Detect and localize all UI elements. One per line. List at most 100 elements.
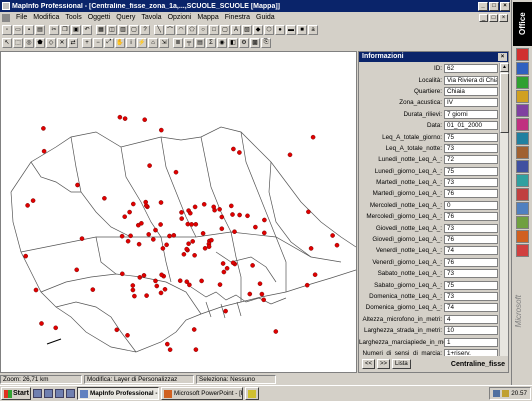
office-app-icon[interactable] bbox=[516, 202, 529, 215]
copy-icon[interactable]: ❐ bbox=[60, 24, 70, 35]
doc-minimize-button[interactable]: _ bbox=[479, 13, 488, 22]
info-field-value[interactable]: 75 bbox=[444, 280, 498, 290]
layout-icon[interactable]: ▢ bbox=[129, 24, 139, 35]
show-legend-icon[interactable]: ▤ bbox=[195, 37, 205, 48]
measurement-point[interactable] bbox=[146, 232, 151, 237]
measurement-point[interactable] bbox=[122, 214, 127, 219]
print-icon[interactable]: ▤ bbox=[35, 24, 45, 35]
polygon-icon[interactable]: ⬠ bbox=[187, 24, 197, 35]
link-icon[interactable]: ⎘ bbox=[261, 37, 271, 48]
measurement-point[interactable] bbox=[53, 325, 59, 331]
scroll-thumb[interactable] bbox=[500, 73, 509, 133]
menu-tavola[interactable]: Tavola bbox=[138, 14, 164, 21]
measurement-point[interactable] bbox=[312, 272, 318, 277]
measurement-point[interactable] bbox=[41, 126, 46, 131]
measurement-point[interactable] bbox=[139, 220, 144, 226]
measurement-point[interactable] bbox=[219, 214, 225, 220]
prev-record-button[interactable]: << bbox=[362, 359, 376, 369]
measurement-point[interactable] bbox=[130, 283, 136, 288]
measurement-point[interactable] bbox=[202, 245, 208, 251]
status-modify[interactable]: Modifica: Layer di Personalizzaz bbox=[84, 374, 194, 384]
polyline-icon[interactable]: ⌒ bbox=[165, 24, 175, 35]
cut-icon[interactable]: ✂ bbox=[49, 24, 59, 35]
arc-icon[interactable]: ◠ bbox=[176, 24, 186, 35]
measurement-point[interactable] bbox=[184, 246, 189, 252]
measurement-point[interactable] bbox=[41, 148, 47, 154]
boundary-select-icon[interactable]: ◇ bbox=[46, 37, 56, 48]
info-field-value[interactable]: 76 bbox=[444, 235, 498, 245]
scroll-up-icon[interactable]: ▲ bbox=[500, 63, 509, 72]
browser-icon[interactable]: ▦ bbox=[96, 24, 106, 35]
measurement-point[interactable] bbox=[153, 227, 158, 233]
measurement-point[interactable] bbox=[193, 221, 199, 227]
close-button[interactable]: × bbox=[500, 1, 510, 11]
measurement-point[interactable] bbox=[171, 232, 177, 238]
measurement-point[interactable] bbox=[231, 146, 236, 152]
measurement-point[interactable] bbox=[122, 116, 128, 121]
info-field-value[interactable]: 73 bbox=[444, 143, 498, 153]
marquee-select-icon[interactable]: ⬚ bbox=[13, 37, 23, 48]
doc-restore-button[interactable]: □ bbox=[489, 13, 498, 22]
invert-select-icon[interactable]: ⇄ bbox=[68, 37, 78, 48]
info-scrollbar[interactable]: ▲ bbox=[499, 63, 509, 356]
info-field-value[interactable]: 62 bbox=[444, 64, 498, 74]
measurement-point[interactable] bbox=[228, 203, 234, 209]
measurement-point[interactable] bbox=[230, 260, 236, 266]
volume-icon[interactable] bbox=[502, 390, 510, 397]
info-field-value[interactable]: 75 bbox=[444, 132, 498, 142]
network-icon[interactable] bbox=[493, 390, 501, 397]
grabber-icon[interactable]: ✋ bbox=[115, 37, 125, 48]
info-field-value[interactable]: 76 bbox=[444, 257, 498, 267]
measurement-point[interactable] bbox=[162, 286, 168, 292]
menu-opzioni[interactable]: Opzioni bbox=[165, 14, 195, 21]
doc-close-button[interactable]: × bbox=[499, 13, 508, 22]
unselect-icon[interactable]: ✕ bbox=[57, 37, 67, 48]
measurement-point[interactable] bbox=[259, 291, 265, 297]
measurement-point[interactable] bbox=[247, 291, 253, 297]
measurement-point[interactable] bbox=[167, 347, 173, 353]
measurement-point[interactable] bbox=[192, 252, 197, 258]
info-icon[interactable]: i bbox=[126, 37, 136, 48]
info-field-value[interactable]: 74 bbox=[444, 246, 498, 256]
measurement-point[interactable] bbox=[154, 283, 160, 289]
measurement-point[interactable] bbox=[132, 293, 137, 299]
measurement-point[interactable] bbox=[221, 269, 227, 275]
list-button[interactable]: Lista bbox=[392, 359, 411, 369]
office-app-icon[interactable] bbox=[516, 132, 529, 145]
status-select[interactable]: Seleziona: Nessuno bbox=[196, 374, 276, 384]
measurement-point[interactable] bbox=[211, 204, 216, 210]
measurement-point[interactable] bbox=[75, 182, 80, 188]
start-button[interactable]: Start bbox=[1, 387, 31, 400]
symbol-style-icon[interactable]: ● bbox=[275, 24, 285, 35]
measurement-point[interactable] bbox=[179, 216, 184, 221]
measurement-point[interactable] bbox=[117, 114, 123, 120]
help-icon[interactable]: ? bbox=[140, 24, 150, 35]
clock[interactable]: 20.57 bbox=[511, 390, 527, 397]
outlook-icon[interactable] bbox=[55, 389, 64, 398]
menu-oggetti[interactable]: Oggetti bbox=[85, 14, 114, 21]
info-field-value[interactable]: 10 bbox=[444, 326, 498, 336]
measurement-point[interactable] bbox=[114, 327, 120, 333]
measurement-point[interactable] bbox=[177, 278, 183, 283]
rounded-rect-icon[interactable]: ▢ bbox=[220, 24, 230, 35]
measurement-point[interactable] bbox=[150, 237, 156, 242]
measurement-point[interactable] bbox=[158, 200, 164, 205]
info-field-value[interactable]: 75 bbox=[444, 166, 498, 176]
new-icon[interactable]: ▫ bbox=[2, 24, 12, 35]
measurement-point[interactable] bbox=[261, 230, 267, 236]
measurement-point[interactable] bbox=[142, 117, 147, 122]
menu-modifica[interactable]: Modifica bbox=[30, 14, 62, 21]
measurement-point[interactable] bbox=[193, 347, 199, 352]
info-close-button[interactable]: × bbox=[498, 53, 507, 61]
measurement-point[interactable] bbox=[223, 308, 228, 314]
info-field-value[interactable]: Via Riviera di Chiaia bbox=[444, 75, 498, 85]
measurement-point[interactable] bbox=[25, 203, 30, 208]
save-icon[interactable]: ▪ bbox=[24, 24, 34, 35]
measurement-point[interactable] bbox=[190, 239, 195, 244]
document-icon[interactable] bbox=[2, 13, 10, 22]
task-mapinfo[interactable]: MapInfo Professional - ... bbox=[77, 387, 159, 400]
office-app-icon[interactable] bbox=[516, 146, 529, 159]
info-field-value[interactable]: 72 bbox=[444, 155, 498, 165]
redistrict-icon[interactable]: ▩ bbox=[250, 37, 260, 48]
graph-icon[interactable]: ▥ bbox=[118, 24, 128, 35]
